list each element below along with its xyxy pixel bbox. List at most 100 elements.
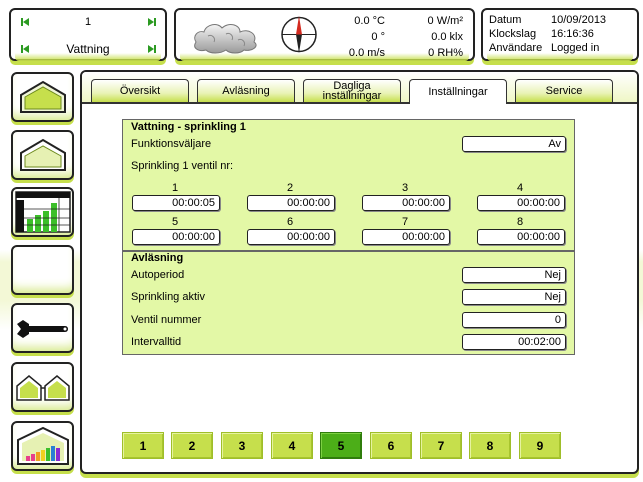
function-selector-value: Av (548, 138, 561, 150)
info-panel: Datum 10/09/2013 Klockslag 16:16:36 Anvä… (481, 8, 639, 61)
reading-value: Nej (544, 291, 561, 303)
page-button-4[interactable]: 4 (271, 432, 313, 459)
function-selector-label: Funktionsväljare (131, 138, 212, 150)
time-value: 16:16:36 (551, 28, 594, 40)
sprinkling-settings-section: Vattning - sprinkling 1 Funktionsväljare… (122, 119, 575, 251)
valve-number: 3 (401, 182, 409, 194)
page-button-2[interactable]: 2 (171, 432, 213, 459)
navigation-panel: 1 Vattning (9, 8, 167, 61)
page-button-1[interactable]: 1 (122, 432, 164, 459)
page-label: 8 (486, 438, 494, 453)
valve-number: 1 (171, 182, 179, 194)
last-item-icon[interactable] (146, 17, 156, 27)
next-item-icon[interactable] (146, 44, 156, 54)
sidebar-button-overview[interactable] (11, 72, 74, 122)
weather-panel: 0.0 °C 0 ° 0.0 m/s 0 W/m² 0.0 klx 0 RH% (174, 8, 475, 61)
greenhouse-icon (19, 80, 66, 113)
date-value: 10/09/2013 (551, 14, 607, 26)
autoperiod-field: Nej (462, 267, 566, 283)
nav-label: Vattning (66, 42, 110, 56)
greenhouse-chart-icon (16, 426, 69, 465)
function-selector-field[interactable]: Av (462, 136, 566, 152)
date-label: Datum (489, 14, 522, 26)
section-divider (123, 251, 574, 252)
tab-label: Inställningar (428, 86, 488, 98)
valve-time-field-6[interactable]: 00:00:00 (247, 229, 335, 245)
valve-time-value: 00:00:00 (172, 231, 215, 243)
valve-time-field-8[interactable]: 00:00:00 (477, 229, 565, 245)
page-label: 5 (337, 438, 345, 453)
wind-direction-value: 0 ° (371, 31, 385, 43)
tab-settings[interactable]: Inställningar (409, 79, 507, 104)
chart-table-icon (14, 191, 71, 233)
valve-number: 8 (516, 216, 524, 228)
radiation-value: 0 W/m² (427, 15, 463, 27)
valve-time-value: 00:00:00 (287, 231, 330, 243)
user-label: Användare (489, 42, 543, 54)
valve-number: 5 (171, 216, 179, 228)
sidebar-button-tables[interactable] (11, 187, 74, 237)
reading-label: Ventil nummer (131, 314, 202, 326)
page-label: 3 (238, 438, 246, 453)
valve-time-value: 00:00:00 (287, 197, 330, 209)
light-value: 0.0 klx (431, 31, 463, 43)
valve-time-value: 00:00:05 (172, 197, 215, 209)
wind-speed-value: 0.0 m/s (348, 47, 385, 59)
page-button-9[interactable]: 9 (519, 432, 561, 459)
temperature-value: 0.0 °C (354, 15, 385, 27)
sprinkling-active-field: Nej (462, 289, 566, 305)
humidity-value: 0 RH% (428, 47, 463, 59)
valve-number: 6 (286, 216, 294, 228)
valve-time-field-7[interactable]: 00:00:00 (362, 229, 450, 245)
reading-label: Intervalltid (131, 336, 182, 348)
greenhouse-outline-icon (19, 138, 66, 171)
tab-overview[interactable]: Översikt (91, 79, 189, 102)
valve-number-field: 0 (462, 312, 566, 328)
valve-time-value: 00:00:00 (402, 197, 445, 209)
page-label: 7 (437, 438, 445, 453)
page-button-5[interactable]: 5 (320, 432, 362, 459)
wrench-icon (16, 320, 68, 338)
nav-index: 1 (84, 16, 92, 28)
tab-label: Service (545, 85, 583, 97)
page-label: 4 (288, 438, 296, 453)
tab-daily-settings[interactable]: Dagliga inställningar (303, 79, 401, 102)
reading-value: Nej (544, 269, 561, 281)
page-label: 6 (387, 438, 395, 453)
sidebar-button-blank[interactable] (11, 245, 74, 295)
page-label: 9 (536, 438, 544, 453)
valve-time-field-3[interactable]: 00:00:00 (362, 195, 450, 211)
reading-label: Autoperiod (131, 269, 185, 281)
valve-time-field-2[interactable]: 00:00:00 (247, 195, 335, 211)
valve-time-value: 00:00:00 (402, 231, 445, 243)
valve-number: 4 (516, 182, 524, 194)
page-button-8[interactable]: 8 (469, 432, 511, 459)
page-button-7[interactable]: 7 (420, 432, 462, 459)
tab-divider (82, 102, 637, 104)
sidebar-button-climate[interactable] (11, 130, 74, 180)
sidebar-button-greenhouses[interactable] (11, 362, 74, 412)
tab-reading[interactable]: Avläsning (197, 79, 295, 102)
reading-label: Sprinkling aktiv (131, 291, 205, 303)
time-label: Klockslag (489, 28, 537, 40)
page-label: 2 (188, 438, 196, 453)
greenhouse-row-icon (15, 375, 70, 401)
valve-time-field-5[interactable]: 00:00:00 (132, 229, 220, 245)
sidebar-button-service[interactable] (11, 303, 74, 353)
reading-value: 0 (554, 314, 561, 326)
valve-time-field-4[interactable]: 00:00:00 (477, 195, 565, 211)
cloud-icon (194, 24, 257, 54)
sidebar-button-statistics[interactable] (11, 421, 74, 471)
valve-time-field-1[interactable]: 00:00:05 (132, 195, 220, 211)
valve-time-value: 00:00:00 (517, 231, 560, 243)
tab-label: Dagliga inställningar (322, 80, 382, 102)
valve-time-value: 00:00:00 (517, 197, 560, 209)
reading-section: Avläsning Autoperiod Nej Sprinkling akti… (122, 251, 575, 355)
valve-heading: Sprinkling 1 ventil nr: (131, 160, 234, 172)
page-button-6[interactable]: 6 (370, 432, 412, 459)
page-button-3[interactable]: 3 (221, 432, 263, 459)
tab-label: Avläsning (222, 85, 270, 97)
tab-label: Översikt (119, 85, 161, 97)
tab-service[interactable]: Service (515, 79, 613, 102)
valve-number: 2 (286, 182, 294, 194)
